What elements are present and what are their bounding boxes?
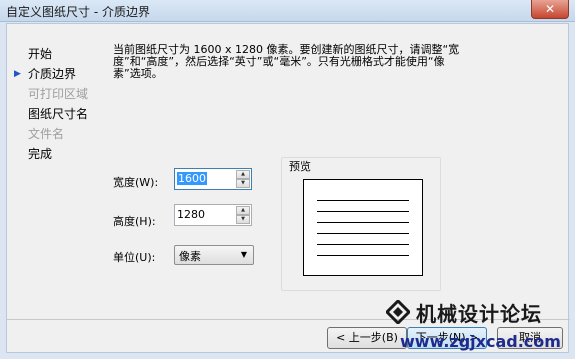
window-title: 自定义图纸尺寸 - 介质边界 — [6, 5, 150, 19]
step-paper-size-name: 图纸尺寸名 — [28, 107, 89, 121]
width-up-icon[interactable]: ▲ — [236, 170, 250, 179]
height-value[interactable]: 1280 — [177, 208, 205, 221]
step-printable-area: 可打印区域 — [28, 87, 89, 101]
preview-line — [317, 255, 409, 256]
chevron-down-icon: ▼ — [240, 250, 247, 259]
preview-line — [317, 233, 409, 234]
preview-line — [317, 200, 409, 201]
current-step-arrow-icon: ▶ — [14, 69, 21, 79]
width-value[interactable]: 1600 — [177, 172, 207, 185]
preview-line — [317, 244, 409, 245]
height-up-icon[interactable]: ▲ — [236, 206, 250, 215]
preview-line — [317, 222, 409, 223]
wizard-steps: 开始 ▶ 介质边界 可打印区域 图纸尺寸名 文件名 完成 — [12, 44, 88, 164]
width-down-icon[interactable]: ▼ — [236, 179, 250, 188]
height-label: 高度(H): — [113, 215, 156, 228]
description-text: 当前图纸尺寸为 1600 x 1280 像素。要创建新的图纸尺寸，请调整“宽度”… — [113, 43, 460, 80]
close-button[interactable]: ✕ — [531, 0, 569, 19]
watermark-url: www.zgjxcad.com — [400, 332, 561, 351]
step-start: 开始 — [28, 47, 53, 61]
diamond-logo-icon — [386, 300, 410, 324]
preview-label: 预览 — [287, 158, 313, 174]
height-spinbox[interactable]: 1280 ▲ ▼ — [174, 204, 252, 226]
units-label: 单位(U): — [113, 251, 156, 264]
paper-preview — [303, 179, 423, 276]
step-media-bounds: ▶ 介质边界 — [12, 64, 88, 84]
height-down-icon[interactable]: ▼ — [236, 215, 250, 224]
width-label: 宽度(W): — [113, 176, 159, 189]
title-bar: 自定义图纸尺寸 - 介质边界 ✕ — [0, 0, 575, 22]
step-finish: 完成 — [28, 147, 53, 161]
step-file-name: 文件名 — [28, 127, 65, 141]
units-value: 像素 — [179, 250, 201, 263]
watermark-name: 机械设计论坛 — [416, 302, 542, 326]
units-select[interactable]: 像素 ▼ — [174, 245, 254, 265]
preview-line — [317, 211, 409, 212]
site-watermark: 机械设计论坛 www.zgjxcad.com — [380, 296, 570, 356]
width-spinbox[interactable]: 1600 ▲ ▼ — [174, 168, 252, 190]
